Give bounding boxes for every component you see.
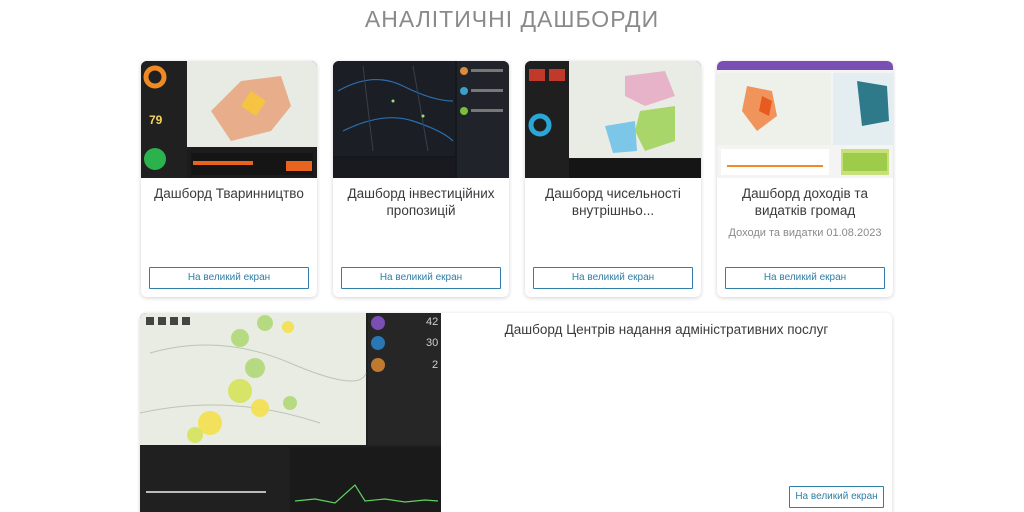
dashboard-thumbnail[interactable]: 79 [141, 61, 317, 178]
fullscreen-button[interactable]: На великий екран [149, 267, 309, 289]
dashboard-card-admin-services[interactable]: 42 30 2 Дашборд Центрів надання адмініст… [140, 313, 892, 512]
fullscreen-button[interactable]: На великий екран [725, 267, 885, 289]
dashboard-thumbnail[interactable] [717, 61, 893, 178]
dashboard-card-budget[interactable]: Дашборд доходів та видатків громад Доход… [717, 61, 893, 297]
card-subtitle: Доходи та видатки 01.08.2023 [728, 227, 882, 239]
stat-value: 2 [432, 359, 439, 371]
dashboard-thumbnail[interactable] [525, 61, 701, 178]
card-title: Дашборд Центрів надання адміністративних… [504, 322, 829, 337]
card-title: Дашборд доходів та видатків громад [742, 186, 868, 218]
stat-value: 30 [426, 337, 439, 349]
fullscreen-button[interactable]: На великий екран [341, 267, 501, 289]
dashboard-card-idp[interactable]: Дашборд чисельності внутрішньо... На вел… [525, 61, 701, 297]
fullscreen-button[interactable]: На великий екран [789, 486, 884, 508]
dashboard-card-livestock[interactable]: 79 Дашборд Тваринництво На великий екран [141, 61, 317, 297]
thumb-number: 79 [149, 113, 163, 127]
card-title: Дашборд чисельності внутрішньо... [545, 186, 681, 218]
dashboard-thumbnail[interactable]: 42 30 2 [140, 313, 441, 512]
dashboard-card-investment[interactable]: Дашборд інвестиційних пропозицій На вели… [333, 61, 509, 297]
card-title: Дашборд Тваринництво [154, 186, 304, 201]
fullscreen-button[interactable]: На великий екран [533, 267, 693, 289]
dashboard-thumbnail[interactable] [333, 61, 509, 178]
stat-value: 42 [426, 316, 439, 328]
page-title: АНАЛІТИЧНІ ДАШБОРДИ [364, 6, 660, 32]
card-title: Дашборд інвестиційних пропозицій [347, 186, 495, 218]
